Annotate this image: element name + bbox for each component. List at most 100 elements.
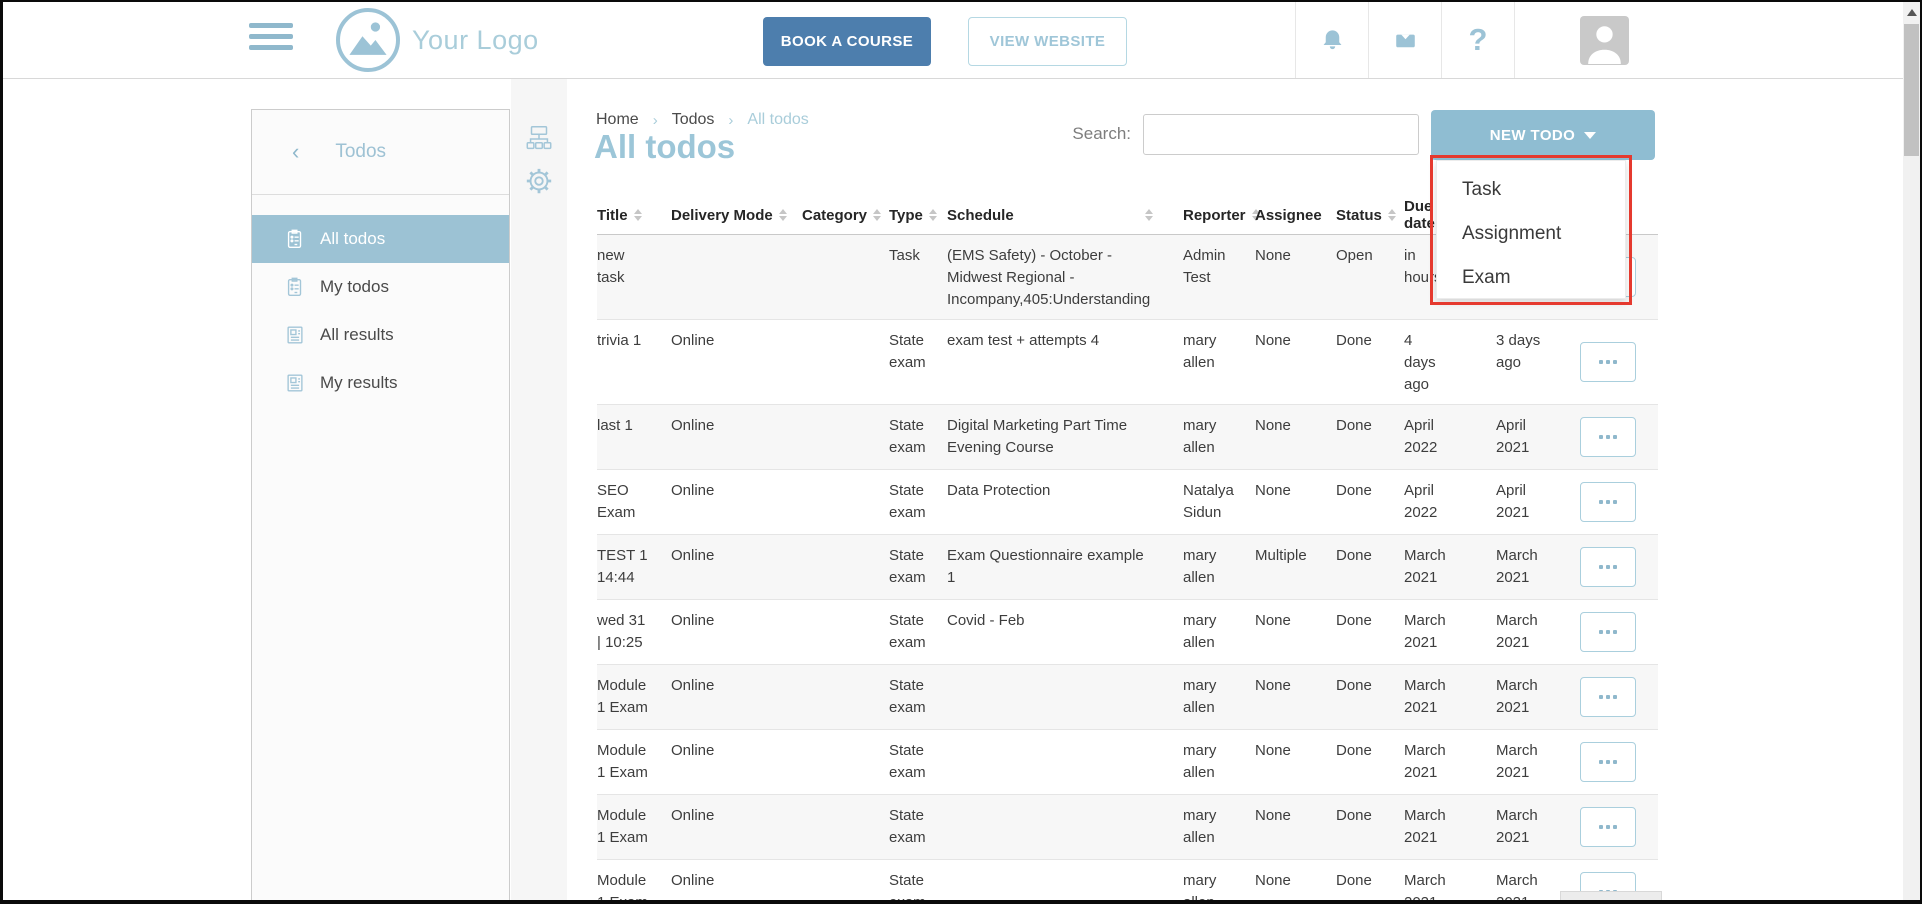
table-row: Module 1 ExamOnlineState exammary allenN… [597, 730, 1658, 795]
sort-arrows-icon[interactable] [1145, 209, 1153, 221]
sort-arrows-icon[interactable] [779, 209, 787, 221]
cell-category [797, 860, 885, 904]
view-website-button[interactable]: VIEW WEBSITE [968, 17, 1127, 66]
page-title: All todos [594, 128, 735, 166]
column-header-label: Delivery Mode [671, 207, 773, 224]
cell-category [797, 665, 885, 729]
cell-type: State exam [885, 795, 941, 859]
cell-done: March 2021 [1488, 665, 1580, 729]
cell-delivery: Online [661, 600, 797, 664]
sort-arrows-icon[interactable] [634, 209, 642, 221]
scrollbar-up-arrow-icon[interactable] [1907, 9, 1917, 16]
row-actions-button[interactable] [1580, 417, 1636, 457]
cell-actions [1580, 730, 1658, 794]
top-bar: Your Logo BOOK A COURSE VIEW WEBSITE ? [3, 2, 1920, 79]
table-row: wed 31 | 10:25OnlineState examCovid - Fe… [597, 600, 1658, 665]
column-header-label: Category [802, 207, 867, 224]
menu-item-exam[interactable]: Exam [1437, 256, 1625, 300]
vertical-scrollbar[interactable] [1903, 2, 1920, 902]
sidebar-item-label: My results [320, 373, 397, 393]
help-icon[interactable]: ? [1449, 2, 1507, 78]
sidebar-item-my-results[interactable]: My results [252, 359, 509, 407]
book-a-course-button[interactable]: BOOK A COURSE [763, 17, 931, 66]
search-input[interactable] [1143, 114, 1419, 155]
column-header-title[interactable]: Title [597, 196, 661, 234]
cell-actions [1580, 795, 1658, 859]
breadcrumb-home[interactable]: Home [596, 111, 639, 129]
hamburger-menu-icon[interactable] [249, 23, 293, 57]
cell-type: State exam [885, 730, 941, 794]
todos-icon [284, 228, 306, 250]
sidebar-back-chevron-icon[interactable]: ‹ [292, 141, 299, 163]
table-row: Module 1 ExamOnlineState exammary allenN… [597, 795, 1658, 860]
sidebar-item-label: All todos [320, 229, 385, 249]
user-avatar[interactable] [1580, 16, 1629, 65]
sort-arrows-icon[interactable] [929, 209, 937, 221]
column-header-category[interactable]: Category [797, 196, 885, 234]
inbox-tray-icon[interactable] [1376, 2, 1434, 78]
cell-category [797, 795, 885, 859]
column-header-schedule[interactable]: Schedule [941, 196, 1179, 234]
column-header-status[interactable]: Status [1332, 196, 1390, 234]
row-actions-button[interactable] [1580, 547, 1636, 587]
table-row: Module 1 ExamOnlineState exammary allenN… [597, 665, 1658, 730]
sort-arrows-icon[interactable] [873, 209, 881, 221]
cell-status: Open [1332, 235, 1390, 319]
sidebar-item-label: My todos [320, 277, 389, 297]
cell-delivery: Online [661, 795, 797, 859]
scrollbar-thumb[interactable] [1904, 24, 1919, 156]
column-header-reporter[interactable]: Reporter [1179, 196, 1252, 234]
sidebar-item-all-todos[interactable]: All todos [252, 215, 509, 263]
menu-item-task[interactable]: Task [1437, 168, 1625, 212]
row-actions-button[interactable] [1580, 482, 1636, 522]
cell-title: trivia 1 [597, 320, 661, 404]
row-actions-button[interactable] [1580, 807, 1636, 847]
column-header-delivery-mode[interactable]: Delivery Mode [661, 196, 797, 234]
column-header-type[interactable]: Type [885, 196, 941, 234]
cell-category [797, 730, 885, 794]
new-todo-button[interactable]: NEW TODO [1431, 110, 1655, 160]
cell-schedule: Data Protection [941, 470, 1179, 534]
notifications-bell-icon[interactable] [1303, 2, 1361, 78]
breadcrumb-todos[interactable]: Todos [672, 111, 715, 129]
row-actions-button[interactable] [1580, 677, 1636, 717]
column-header-label: Type [889, 207, 923, 224]
cell-delivery: Online [661, 405, 797, 469]
app-logo[interactable]: Your Logo [336, 8, 539, 72]
cell-type: State exam [885, 860, 941, 904]
cell-status: Done [1332, 600, 1390, 664]
cell-schedule [941, 730, 1179, 794]
cell-reporter: Natalya Sidun [1179, 470, 1252, 534]
row-actions-button[interactable] [1580, 612, 1636, 652]
cell-done: 3 days ago [1488, 320, 1580, 404]
cell-status: Done [1332, 795, 1390, 859]
cell-done: March 2021 [1488, 600, 1580, 664]
cell-assignee: None [1252, 470, 1332, 534]
sidebar-item-all-results[interactable]: All results [252, 311, 509, 359]
cell-assignee: None [1252, 405, 1332, 469]
cell-category [797, 470, 885, 534]
menu-item-assignment[interactable]: Assignment [1437, 212, 1625, 256]
cell-type: State exam [885, 600, 941, 664]
sidebar-item-my-todos[interactable]: My todos [252, 263, 509, 311]
cell-actions [1580, 600, 1658, 664]
row-actions-button[interactable] [1580, 342, 1636, 382]
cell-status: Done [1332, 665, 1390, 729]
cell-type: State exam [885, 535, 941, 599]
cell-schedule [941, 860, 1179, 904]
sitemap-icon[interactable] [524, 123, 554, 153]
column-header-label: Status [1336, 207, 1382, 224]
table-row: Module 1 ExamOnlineState exammary allenN… [597, 860, 1658, 904]
cell-assignee: None [1252, 600, 1332, 664]
cell-assignee: None [1252, 860, 1332, 904]
cell-assignee: None [1252, 795, 1332, 859]
row-actions-button[interactable] [1580, 742, 1636, 782]
todos-table: Title Delivery Mode Category Type ScheduleRe… [597, 196, 1658, 904]
table-row: last 1OnlineState examDigital Marketing … [597, 405, 1658, 470]
new-todo-dropdown-menu: Task Assignment Exam [1436, 160, 1626, 299]
results-icon [284, 372, 306, 394]
column-header-label: Reporter [1183, 207, 1246, 224]
settings-gear-icon[interactable] [524, 166, 554, 196]
cell-schedule [941, 665, 1179, 729]
cell-reporter: mary allen [1179, 665, 1252, 729]
